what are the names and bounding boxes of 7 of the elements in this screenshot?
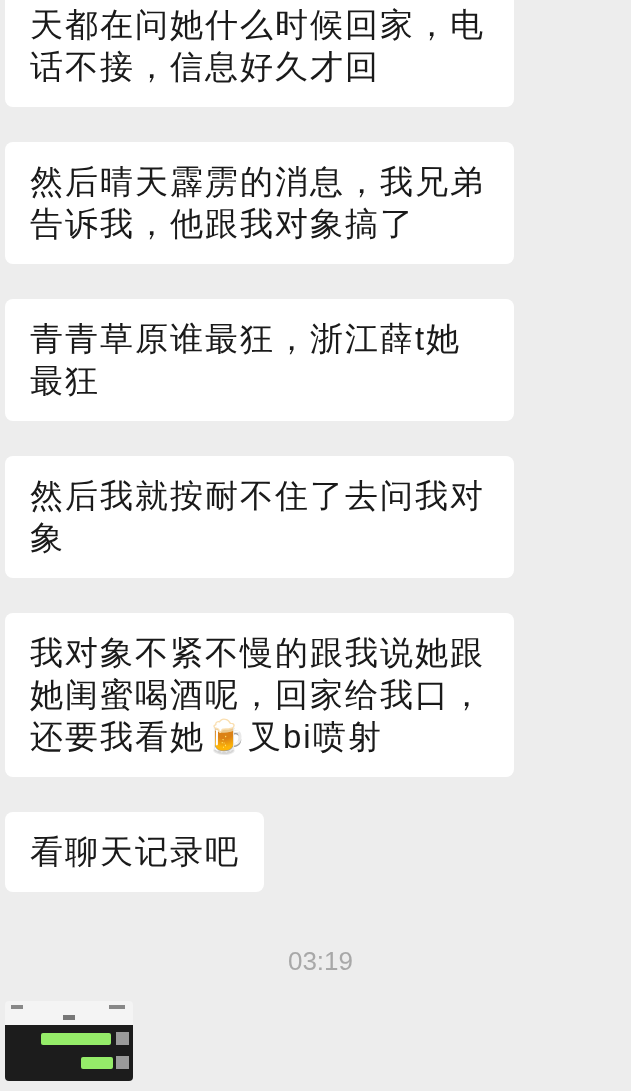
message-text: 然后我就按耐不住了去问我对象 (30, 477, 485, 556)
timestamp: 03:19 (286, 945, 354, 978)
message-text: 看聊天记录吧 (30, 833, 240, 870)
message-text: 青青草原谁最狂，浙江薛t她最狂 (30, 320, 462, 399)
message-text: 然后晴天霹雳的消息，我兄弟告诉我，他跟我对象搞了 (30, 163, 485, 242)
message-text: 天都在问她什么时候回家，电话不接，信息好久才回 (30, 6, 485, 85)
message-text: 我对象不紧不慢的跟我说她跟她闺蜜喝酒呢，回家给我口，还要我看她🍺叉bi喷射 (30, 634, 485, 755)
